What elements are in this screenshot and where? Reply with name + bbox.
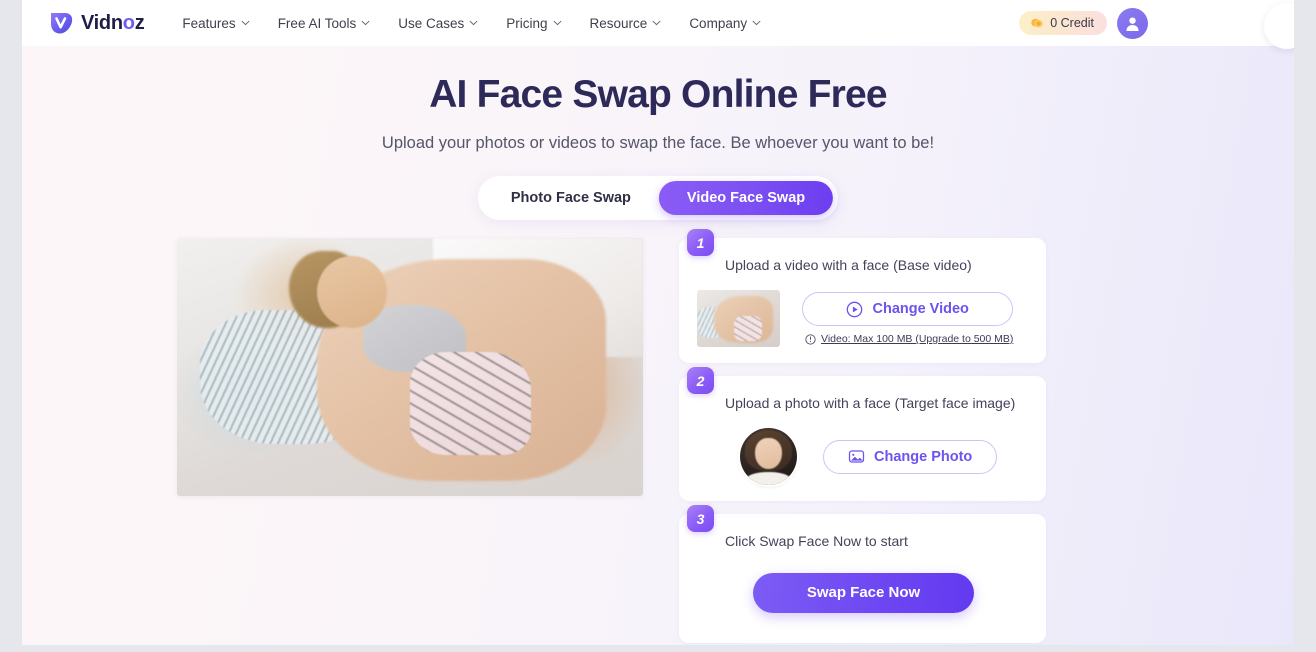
chevron-down-icon xyxy=(752,20,761,26)
target-face-thumbnail[interactable] xyxy=(740,428,797,486)
nav-item-features[interactable]: Features xyxy=(168,10,263,37)
vidnoz-logo-icon xyxy=(51,13,73,34)
change-video-group: Change Video Video: Max 100 MB (Upgrade … xyxy=(802,292,1014,345)
nav-label: Free AI Tools xyxy=(277,15,357,31)
step-number-badge: 3 xyxy=(687,505,714,533)
page-subtitle: Upload your photos or videos to swap the… xyxy=(381,133,935,152)
vidnoz-logo[interactable]: Vidnoz xyxy=(48,10,145,36)
change-video-button[interactable]: Change Video xyxy=(802,292,1014,327)
play-circle-icon xyxy=(847,301,863,318)
site-header: Vidnoz Features Free AI Tools Use Cases … xyxy=(22,0,1294,46)
base-video-preview[interactable] xyxy=(177,238,643,496)
user-avatar-icon xyxy=(1126,16,1139,31)
browser-chrome-right-edge xyxy=(1294,0,1316,652)
thumb-face xyxy=(755,438,782,469)
nav-item-use-cases[interactable]: Use Cases xyxy=(384,10,492,37)
info-circle-icon xyxy=(805,334,816,345)
nav-label: Resource xyxy=(589,15,648,31)
main-navigation: Features Free AI Tools Use Cases Pricing… xyxy=(168,10,775,37)
browser-chrome-left-edge xyxy=(0,0,22,652)
step-card-upload-photo: 2 Upload a photo with a face (Target fac… xyxy=(679,367,1046,502)
browser-chrome-bottom-edge xyxy=(0,645,1316,652)
chevron-down-icon xyxy=(469,20,478,26)
change-photo-group: Change Photo xyxy=(823,439,998,474)
nav-item-resource[interactable]: Resource xyxy=(576,10,676,37)
base-video-thumbnail[interactable] xyxy=(697,290,780,348)
thumb-face-shoulders xyxy=(745,471,792,486)
user-avatar[interactable] xyxy=(1117,7,1148,39)
step-card-upload-video: 1 Upload a video with a face (Base video… xyxy=(679,229,1046,364)
browser-window: Vidnoz Features Free AI Tools Use Cases … xyxy=(0,0,1316,652)
step-number-badge: 1 xyxy=(687,229,714,256)
step-title: Upload a video with a face (Base video) xyxy=(725,257,972,273)
page-viewport: Vidnoz Features Free AI Tools Use Cases … xyxy=(22,0,1294,645)
steps-column: 1 Upload a video with a face (Base video… xyxy=(679,229,1046,645)
step-title: Click Swap Face Now to start xyxy=(725,533,908,550)
nav-item-free-ai-tools[interactable]: Free AI Tools xyxy=(264,10,385,37)
upgrade-link[interactable]: Video: Max 100 MB (Upgrade to 500 MB) xyxy=(821,333,1013,345)
hero-section: AI Face Swap Online Free Upload your pho… xyxy=(22,46,1294,153)
nav-label: Features xyxy=(182,15,236,31)
change-photo-button[interactable]: Change Photo xyxy=(823,439,998,474)
tab-photo-face-swap[interactable]: Photo Face Swap xyxy=(483,181,659,215)
preview-image xyxy=(177,238,643,496)
chevron-down-icon xyxy=(241,20,250,26)
swap-button-row: Swap Face Now xyxy=(697,572,1030,613)
step-body: Change Video Video: Max 100 MB (Upgrade … xyxy=(697,290,1030,348)
page-title: AI Face Swap Online Free xyxy=(429,73,887,116)
coin-icon xyxy=(1031,18,1043,28)
step-card-swap: 3 Click Swap Face Now to start Swap Face… xyxy=(679,505,1046,643)
tab-video-face-swap[interactable]: Video Face Swap xyxy=(658,181,834,215)
nav-label: Pricing xyxy=(506,15,548,31)
nav-item-company[interactable]: Company xyxy=(675,10,775,37)
preview-subject-shorts xyxy=(410,351,532,455)
video-size-note: Video: Max 100 MB (Upgrade to 500 MB) xyxy=(802,333,1013,345)
chevron-down-icon xyxy=(553,20,561,26)
thumb-subject-shorts xyxy=(733,316,762,342)
nav-item-pricing[interactable]: Pricing xyxy=(492,10,575,37)
nav-label: Company xyxy=(689,15,748,31)
button-label: Change Video xyxy=(872,301,969,318)
face-swap-mode-tabs: Photo Face Swap Video Face Swap xyxy=(477,176,839,220)
button-label: Change Photo xyxy=(874,448,973,465)
chevron-down-icon xyxy=(652,20,661,26)
step-title: Upload a photo with a face (Target face … xyxy=(725,395,1016,412)
credit-badge[interactable]: 0 Credit xyxy=(1019,11,1107,35)
credit-label: 0 Credit xyxy=(1050,16,1094,30)
preview-subject-head xyxy=(316,256,387,329)
step-body: Change Photo xyxy=(740,428,1030,486)
chevron-down-icon xyxy=(361,20,370,26)
logo-wordmark: Vidnoz xyxy=(81,11,145,34)
header-right-cluster: 0 Credit xyxy=(1019,0,1148,46)
swap-face-now-button[interactable]: Swap Face Now xyxy=(752,572,975,613)
step-number-badge: 2 xyxy=(687,367,714,395)
nav-label: Use Cases xyxy=(398,15,465,31)
image-icon xyxy=(848,450,865,463)
